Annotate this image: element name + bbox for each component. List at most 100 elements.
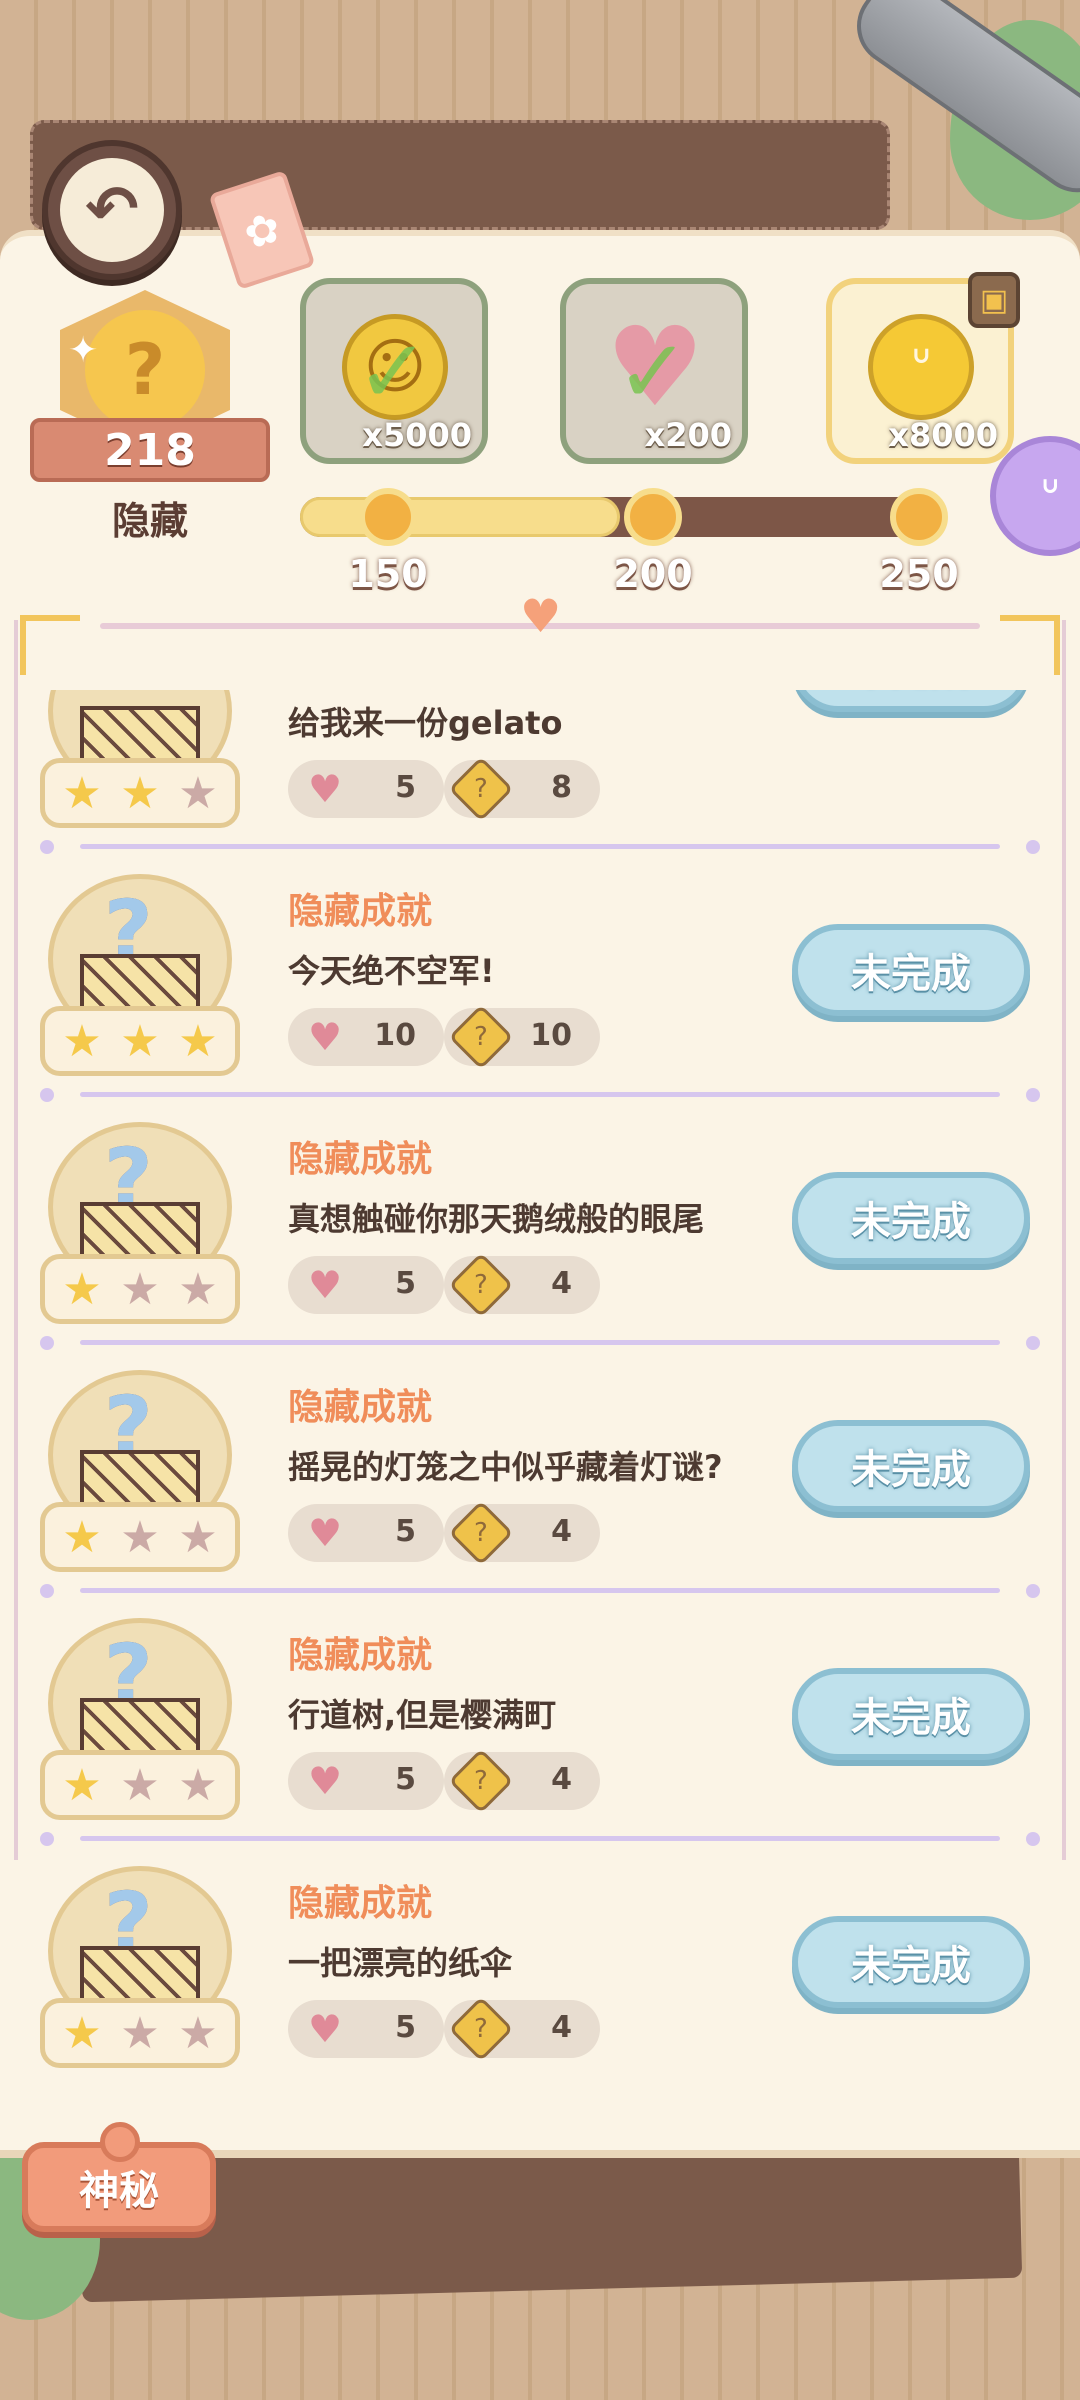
- back-button[interactable]: ↶: [42, 140, 182, 280]
- heart-icon: ♥: [307, 1759, 343, 1803]
- heart-icon: ♥: [307, 1015, 343, 1059]
- heart-ornament-icon: ♥: [520, 589, 562, 643]
- star-icon: ★: [62, 1015, 102, 1067]
- coin-reward-pill: ? 4: [444, 1500, 600, 1566]
- star-icon: ★: [62, 1511, 102, 1563]
- star-icon: ★: [120, 1511, 160, 1563]
- coin-reward-pill: ? 4: [444, 1996, 600, 2062]
- star-icon: ★: [178, 1015, 218, 1067]
- button-nub: [100, 2122, 140, 2162]
- heart-reward-pill: ♥ 5: [288, 760, 444, 818]
- check-icon: ✓: [616, 320, 690, 423]
- achievement-item: ? ★ ★ ★ 隐藏成就 一把漂亮的纸伞 ♥ 5 ? 4 未完成: [40, 1860, 1040, 2108]
- divider-dot: [1026, 1336, 1040, 1350]
- heart-value: 5: [395, 1514, 416, 1549]
- achievement-category: 隐藏成就: [288, 891, 433, 932]
- divider: [40, 1832, 1040, 1846]
- milestone-marker: [890, 488, 948, 546]
- divider: [40, 1584, 1040, 1598]
- reward-card-3[interactable]: ᐡ x8000 ▣: [826, 272, 1020, 464]
- reward-card-1[interactable]: ☺ ✓ x5000: [300, 278, 488, 464]
- divider-bar: [80, 1092, 1000, 1097]
- heart-icon: ♥: [307, 1511, 343, 1555]
- heart-value: 5: [395, 1762, 416, 1797]
- reward-amount: x8000: [888, 416, 998, 454]
- coin-icon: ?: [448, 1500, 514, 1566]
- status-button[interactable]: 未完成: [792, 924, 1030, 1016]
- star-rating: ★ ★ ★: [40, 1254, 240, 1324]
- milestone-label: 250: [879, 552, 959, 596]
- divider-bar: [80, 1836, 1000, 1841]
- achievement-list[interactable]: ★ ★ ★ 给我来一份gelato ♥ 5 ? 8 未完成 ? ★ ★: [40, 690, 1040, 2130]
- star-icon: ★: [62, 767, 102, 819]
- achievement-desc: 给我来一份gelato: [288, 704, 563, 742]
- back-arrow-icon: ↶: [60, 158, 164, 262]
- star-icon: ★: [62, 1759, 102, 1811]
- crate-icon: [80, 706, 200, 766]
- star-icon: ★: [178, 1759, 218, 1811]
- star-icon: ★: [120, 2007, 160, 2059]
- sparkle-icon: ✦: [68, 330, 99, 371]
- question-mark-icon: ?: [85, 310, 205, 430]
- reward-amount: x200: [644, 416, 732, 454]
- mystery-box-icon: ? ★ ★ ★: [40, 1370, 240, 1572]
- divider-dot: [40, 1336, 54, 1350]
- star-icon: ★: [120, 1263, 160, 1315]
- divider-dot: [40, 1584, 54, 1598]
- achievement-item: ? ★ ★ ★ 隐藏成就 行道树,但是樱满町 ♥ 5 ? 4 未完成: [40, 1612, 1040, 1860]
- heart-icon: ♥: [307, 2007, 343, 2051]
- star-icon: ★: [178, 1511, 218, 1563]
- divider-dot: [1026, 1584, 1040, 1598]
- star-icon: ★: [178, 1263, 218, 1315]
- status-button[interactable]: 未完成: [792, 1420, 1030, 1512]
- mystery-button[interactable]: 神秘: [22, 2122, 216, 2232]
- coin-icon: ?: [448, 1748, 514, 1814]
- achievement-desc: 今天绝不空军!: [288, 952, 495, 990]
- star-rating: ★ ★ ★: [40, 1502, 240, 1572]
- status-button[interactable]: 未完成: [792, 690, 1030, 712]
- heart-reward-pill: ♥ 10: [288, 1008, 444, 1066]
- coin-value: 8: [551, 770, 572, 805]
- progress-fill: [300, 497, 620, 537]
- crate-icon: [80, 1946, 200, 2006]
- star-icon: ★: [120, 767, 160, 819]
- star-icon: ★: [62, 2007, 102, 2059]
- hidden-label: 隐藏: [111, 499, 188, 543]
- star-rating: ★ ★ ★: [40, 1998, 240, 2068]
- hidden-achievement-badge: ? ✦ 218 隐藏: [30, 290, 270, 543]
- milestone-marker: [624, 488, 682, 546]
- mystery-box-icon: ? ★ ★ ★: [40, 1866, 240, 2068]
- frame-corner: [20, 615, 80, 675]
- star-icon: ★: [120, 1759, 160, 1811]
- status-button[interactable]: 未完成: [792, 1668, 1030, 1760]
- divider-bar: [80, 1340, 1000, 1345]
- coin-value: 10: [530, 1018, 572, 1053]
- coin-value: 4: [551, 1266, 572, 1301]
- mystery-box-icon: ★ ★ ★: [40, 690, 240, 828]
- achievement-category: 隐藏成就: [288, 1635, 433, 1676]
- heart-reward-pill: ♥ 5: [288, 1752, 444, 1810]
- divider: [40, 1336, 1040, 1350]
- reward-card-2[interactable]: ♥ ✓ x200: [560, 278, 748, 464]
- heart-value: 5: [395, 2010, 416, 2045]
- star-rating: ★ ★ ★: [40, 1750, 240, 1820]
- coin-value: 4: [551, 1762, 572, 1797]
- divider: [40, 840, 1040, 854]
- frame-top-border: ♥: [20, 589, 1060, 675]
- coin-reward-pill: ? 4: [444, 1252, 600, 1318]
- milestone-marker: [359, 488, 417, 546]
- crate-icon: [80, 1698, 200, 1758]
- heart-icon: ♥: [307, 1263, 343, 1307]
- status-button[interactable]: 未完成: [792, 1916, 1030, 2008]
- reward-amount: x5000: [362, 416, 472, 454]
- crate-icon: [80, 1450, 200, 1510]
- milestone-label: 200: [613, 552, 693, 596]
- check-icon: ✓: [356, 320, 430, 423]
- status-button[interactable]: 未完成: [792, 1172, 1030, 1264]
- heart-reward-pill: ♥ 5: [288, 2000, 444, 2058]
- heart-reward-pill: ♥ 5: [288, 1256, 444, 1314]
- milestone-label: 150: [348, 552, 428, 596]
- coin-icon: ?: [448, 1996, 514, 2062]
- mystery-box-icon: ? ★ ★ ★: [40, 874, 240, 1076]
- heart-value: 10: [374, 1018, 416, 1053]
